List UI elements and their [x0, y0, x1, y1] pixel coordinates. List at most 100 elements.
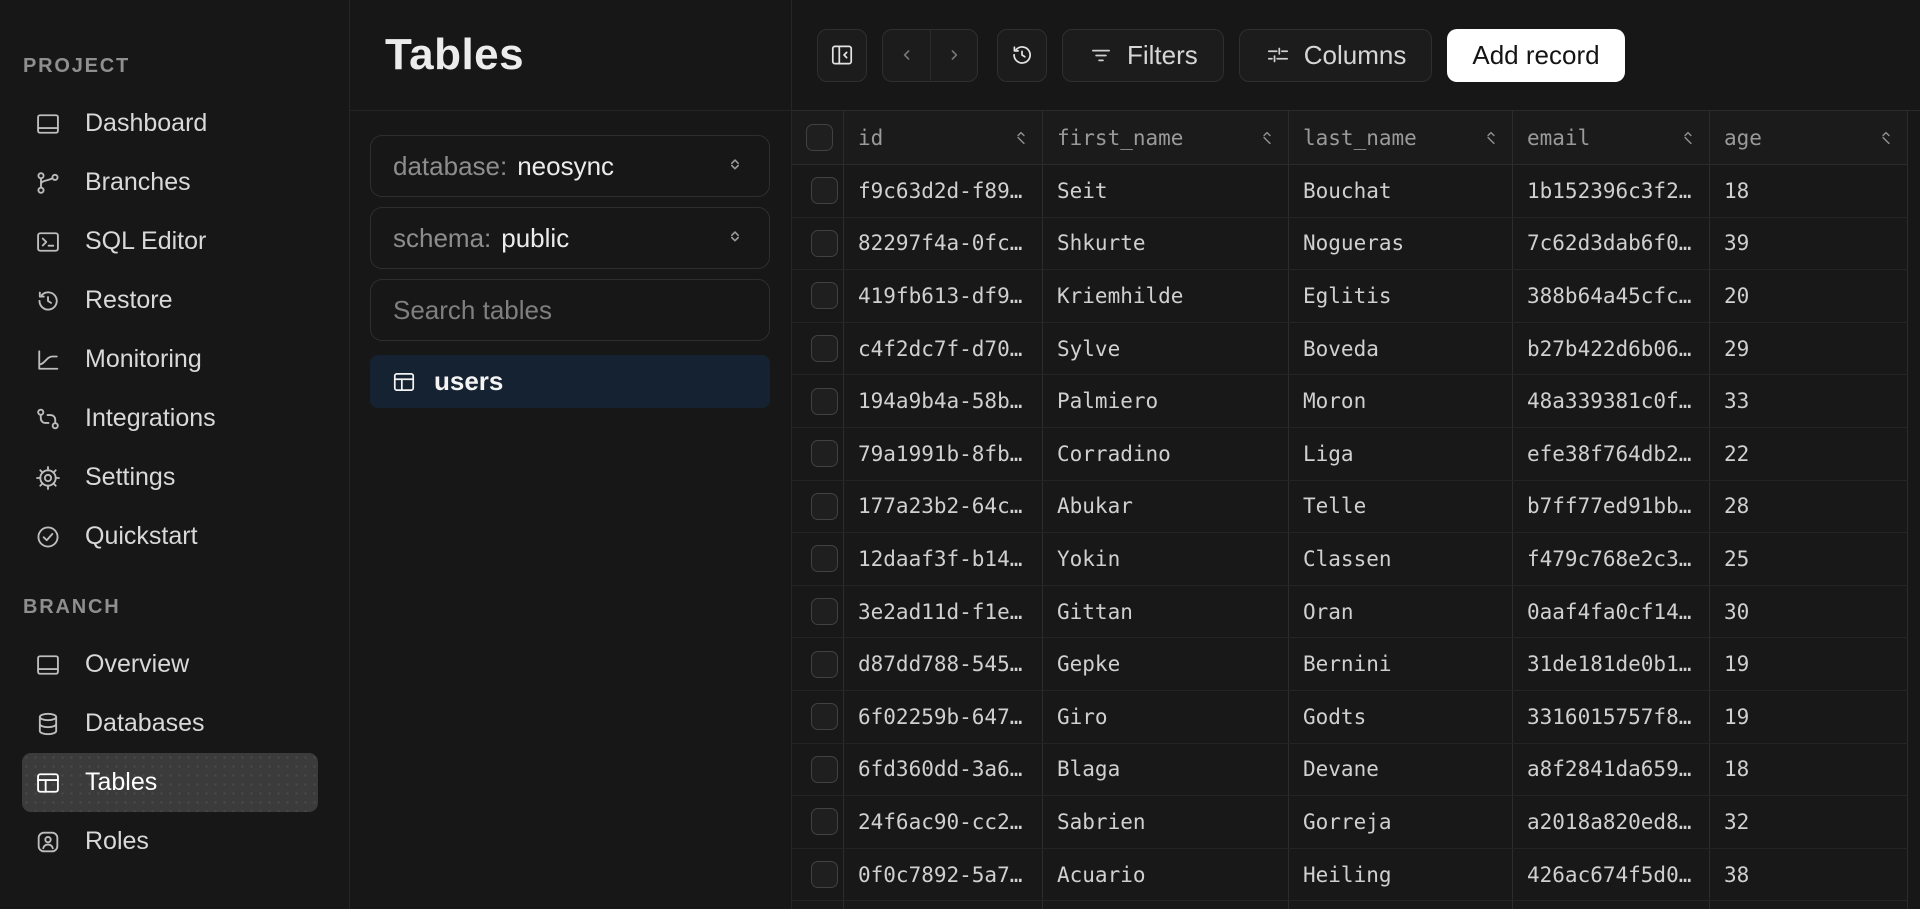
- cell-age[interactable]: 28: [1710, 480, 1908, 533]
- sidebar-item-monitoring[interactable]: Monitoring: [22, 330, 318, 389]
- cell-first_name[interactable]: Gittan: [1043, 585, 1289, 638]
- search-tables-input[interactable]: [370, 279, 770, 341]
- cell-first_name[interactable]: Sylve: [1043, 322, 1289, 375]
- cell-id[interactable]: 6f02259b-647…: [844, 690, 1043, 743]
- cell-email[interactable]: b27b422d6b06…: [1513, 322, 1710, 375]
- sidebar-item-sql-editor[interactable]: SQL Editor: [22, 212, 318, 271]
- row-checkbox[interactable]: [811, 440, 838, 468]
- cell-last_name[interactable]: Bouchat: [1289, 165, 1513, 217]
- cell-first_name[interactable]: [1043, 901, 1289, 909]
- cell-id[interactable]: 79a1991b-8fb…: [844, 427, 1043, 480]
- cell-age[interactable]: 19: [1710, 690, 1908, 743]
- cell-first_name[interactable]: Corradino: [1043, 427, 1289, 480]
- column-header-id[interactable]: id: [844, 111, 1043, 164]
- cell-email[interactable]: 3316015757f8…: [1513, 690, 1710, 743]
- cell-first_name[interactable]: Sabrien: [1043, 796, 1289, 848]
- sidebar-item-quickstart[interactable]: Quickstart: [22, 507, 318, 566]
- sidebar-item-tables[interactable]: Tables: [22, 753, 318, 812]
- select-all-checkbox[interactable]: [806, 124, 833, 151]
- cell-age[interactable]: 39: [1710, 217, 1908, 270]
- column-header-age[interactable]: age: [1710, 111, 1908, 164]
- cell-last_name[interactable]: Nogueras: [1289, 217, 1513, 270]
- cell-first_name[interactable]: Abukar: [1043, 480, 1289, 533]
- sidebar-item-restore[interactable]: Restore: [22, 271, 318, 330]
- cell-id[interactable]: d87dd788-545…: [844, 638, 1043, 690]
- column-header-last_name[interactable]: last_name: [1289, 111, 1513, 164]
- row-checkbox[interactable]: [811, 650, 838, 678]
- cell-email[interactable]: 426ac674f5d0…: [1513, 848, 1710, 901]
- sort-icon[interactable]: [1480, 127, 1502, 149]
- cell-age[interactable]: 38: [1710, 848, 1908, 901]
- cell-age[interactable]: 25: [1710, 533, 1908, 585]
- cell-email[interactable]: a8f2841da659…: [1513, 743, 1710, 796]
- table-list-item-users[interactable]: users: [370, 355, 770, 408]
- column-header-first_name[interactable]: first_name: [1043, 111, 1289, 164]
- sidebar-item-dashboard[interactable]: Dashboard: [22, 94, 318, 153]
- cell-age[interactable]: 22: [1710, 427, 1908, 480]
- history-button[interactable]: [997, 28, 1047, 82]
- sidebar-item-databases[interactable]: Databases: [22, 694, 318, 753]
- cell-first_name[interactable]: Blaga: [1043, 743, 1289, 796]
- sort-icon[interactable]: [1875, 127, 1897, 149]
- cell-first_name[interactable]: Acuario: [1043, 848, 1289, 901]
- cell-id[interactable]: 0f0c7892-5a7…: [844, 848, 1043, 901]
- cell-last_name[interactable]: Devane: [1289, 743, 1513, 796]
- cell-last_name[interactable]: Moron: [1289, 375, 1513, 427]
- collapse-panel-button[interactable]: [817, 28, 867, 82]
- cell-last_name[interactable]: Bernini: [1289, 638, 1513, 690]
- cell-age[interactable]: 30: [1710, 585, 1908, 638]
- sidebar-item-settings[interactable]: Settings: [22, 448, 318, 507]
- row-checkbox[interactable]: [811, 492, 838, 520]
- cell-id[interactable]: 12daaf3f-b14…: [844, 533, 1043, 585]
- cell-id[interactable]: 6fd360dd-3a6…: [844, 743, 1043, 796]
- row-checkbox[interactable]: [811, 282, 838, 310]
- cell-last_name[interactable]: Boveda: [1289, 322, 1513, 375]
- cell-last_name[interactable]: Godts: [1289, 690, 1513, 743]
- cell-age[interactable]: [1710, 901, 1908, 909]
- database-selector[interactable]: database: neosync: [370, 135, 770, 197]
- cell-email[interactable]: 388b64a45cfc…: [1513, 270, 1710, 322]
- column-header-email[interactable]: email: [1513, 111, 1710, 164]
- previous-page-button[interactable]: [883, 30, 930, 81]
- cell-id[interactable]: [844, 901, 1043, 909]
- cell-id[interactable]: 82297f4a-0fc…: [844, 217, 1043, 270]
- row-checkbox[interactable]: [811, 387, 838, 415]
- sidebar-item-overview[interactable]: Overview: [22, 635, 318, 694]
- cell-last_name[interactable]: Oran: [1289, 585, 1513, 638]
- row-checkbox[interactable]: [811, 229, 838, 257]
- row-checkbox[interactable]: [811, 598, 838, 626]
- row-checkbox[interactable]: [811, 545, 838, 573]
- cell-last_name[interactable]: Liga: [1289, 427, 1513, 480]
- sort-icon[interactable]: [1010, 127, 1032, 149]
- cell-email[interactable]: f479c768e2c3…: [1513, 533, 1710, 585]
- sidebar-item-branches[interactable]: Branches: [22, 153, 318, 212]
- row-checkbox[interactable]: [811, 755, 838, 783]
- row-checkbox[interactable]: [811, 703, 838, 731]
- cell-email[interactable]: 48a339381c0f…: [1513, 375, 1710, 427]
- cell-email[interactable]: 1b152396c3f2…: [1513, 165, 1710, 217]
- cell-last_name[interactable]: Heiling: [1289, 848, 1513, 901]
- cell-email[interactable]: 31de181de0b1…: [1513, 638, 1710, 690]
- cell-first_name[interactable]: Kriemhilde: [1043, 270, 1289, 322]
- cell-email[interactable]: efe38f764db2…: [1513, 427, 1710, 480]
- cell-first_name[interactable]: Shkurte: [1043, 217, 1289, 270]
- filters-button[interactable]: Filters: [1062, 28, 1224, 82]
- cell-age[interactable]: 32: [1710, 796, 1908, 848]
- cell-email[interactable]: b7ff77ed91bb…: [1513, 480, 1710, 533]
- cell-first_name[interactable]: Gepke: [1043, 638, 1289, 690]
- cell-first_name[interactable]: Giro: [1043, 690, 1289, 743]
- cell-age[interactable]: 18: [1710, 165, 1908, 217]
- cell-id[interactable]: c4f2dc7f-d70…: [844, 322, 1043, 375]
- cell-id[interactable]: 3e2ad11d-f1e…: [844, 585, 1043, 638]
- row-checkbox[interactable]: [811, 335, 838, 363]
- cell-email[interactable]: 7c62d3dab6f0…: [1513, 217, 1710, 270]
- columns-button[interactable]: Columns: [1238, 28, 1433, 82]
- cell-first_name[interactable]: Yokin: [1043, 533, 1289, 585]
- schema-selector[interactable]: schema: public: [370, 207, 770, 269]
- row-checkbox[interactable]: [811, 861, 838, 889]
- cell-age[interactable]: 20: [1710, 270, 1908, 322]
- cell-first_name[interactable]: Palmiero: [1043, 375, 1289, 427]
- cell-email[interactable]: a2018a820ed8…: [1513, 796, 1710, 848]
- sidebar-item-roles[interactable]: Roles: [22, 812, 318, 871]
- cell-id[interactable]: 194a9b4a-58b…: [844, 375, 1043, 427]
